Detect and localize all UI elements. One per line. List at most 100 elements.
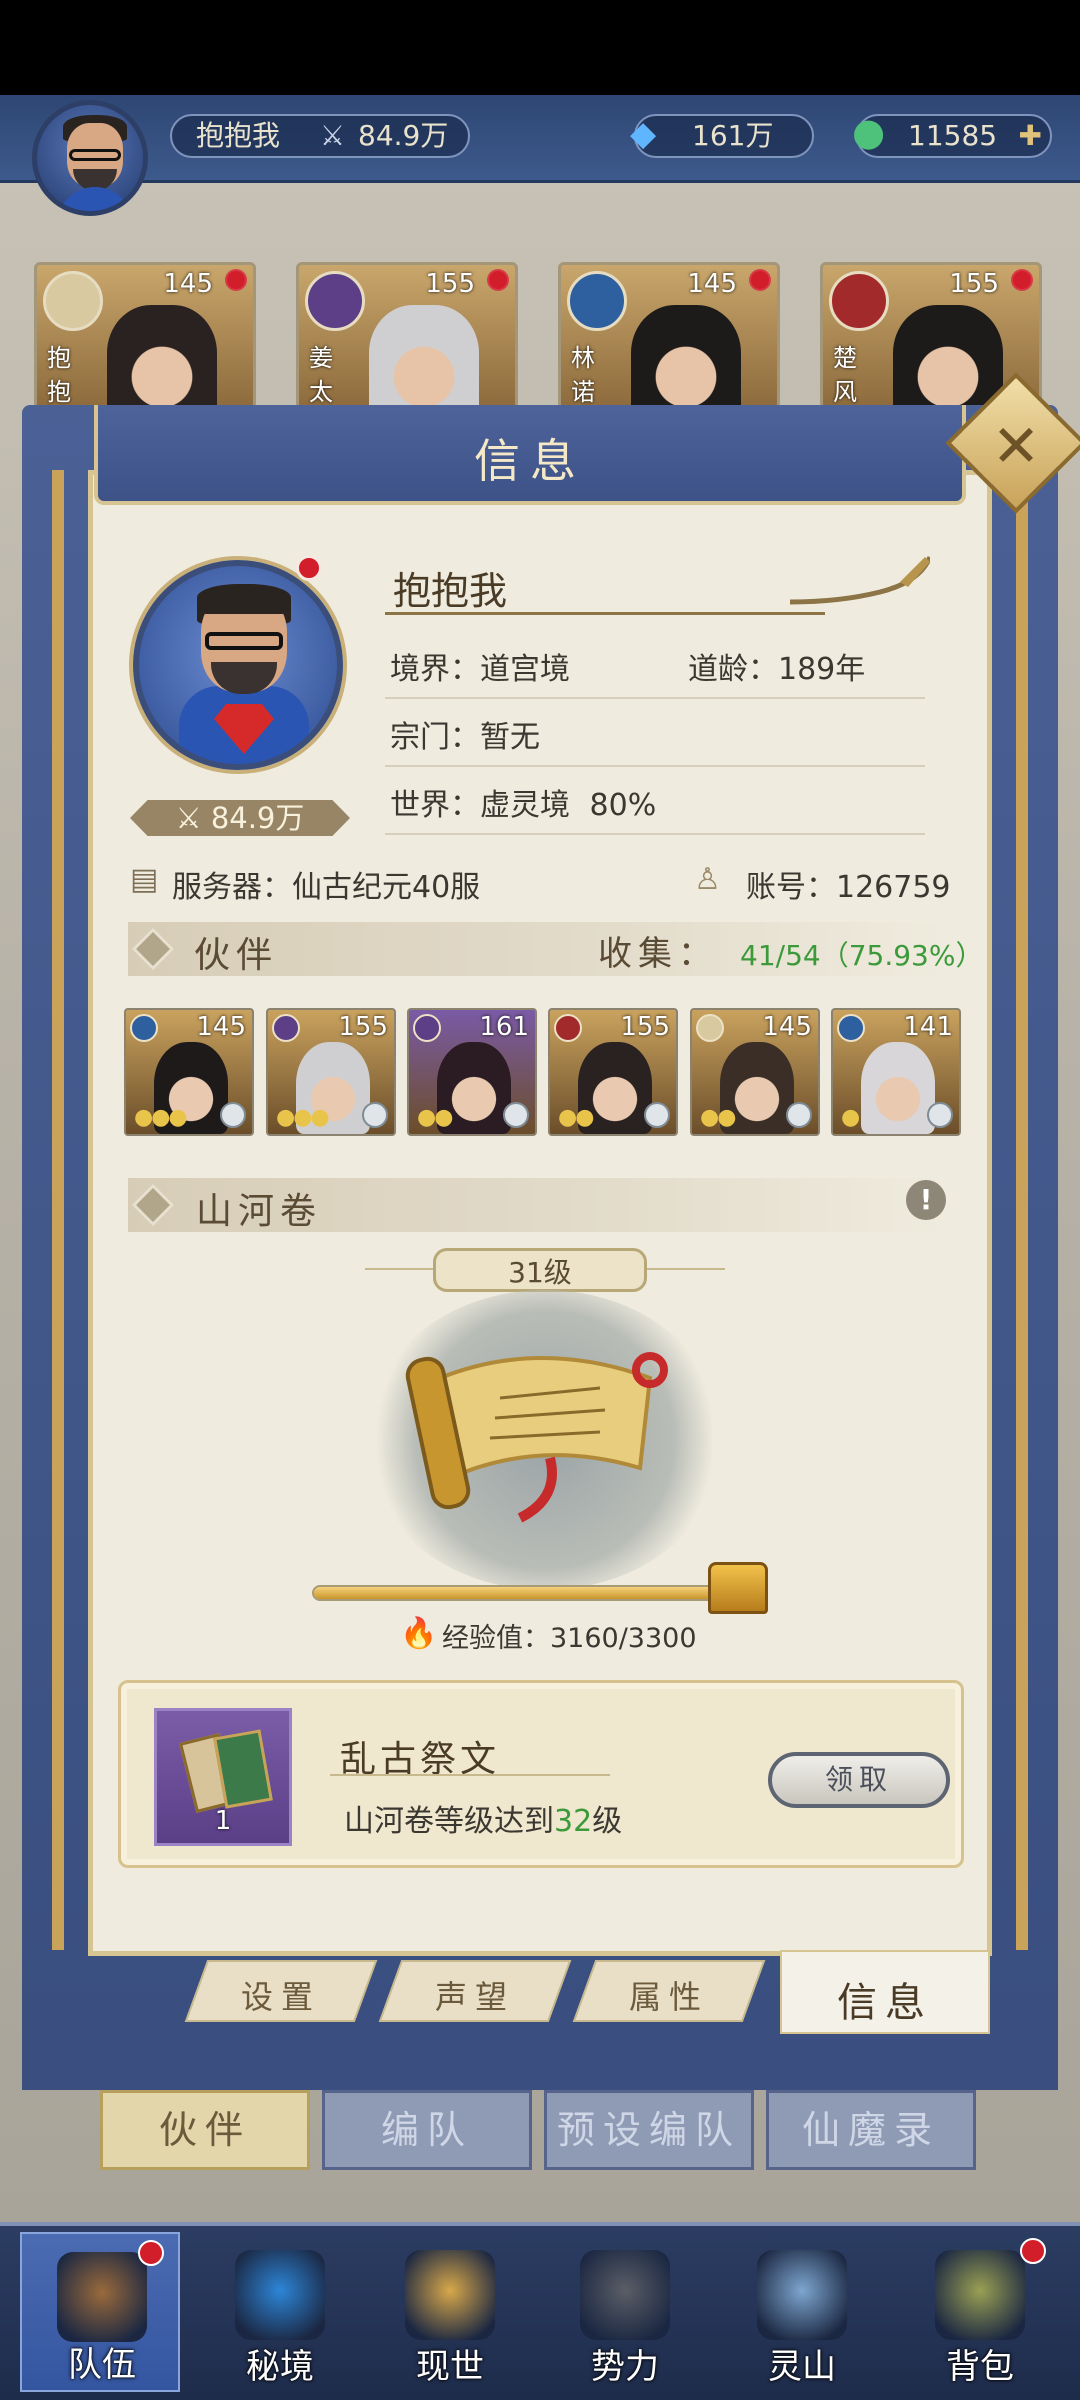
partner-card[interactable]: 161 ●● bbox=[407, 1008, 537, 1136]
coin-icon: ● bbox=[852, 110, 886, 154]
badge-icon bbox=[786, 1102, 812, 1128]
hero-card[interactable]: 抱抱 145 bbox=[34, 262, 256, 412]
avatar-notification-dot bbox=[296, 555, 322, 581]
sub-tab[interactable]: 预设编队 bbox=[544, 2090, 754, 2170]
server-label: 服务器：仙古纪元40服 bbox=[172, 870, 481, 905]
partner-portrait bbox=[861, 1042, 935, 1134]
collect-value: 41/54（75.93%） bbox=[740, 939, 984, 972]
scroll-icon[interactable] bbox=[400, 1318, 690, 1528]
coin-value: 11585 bbox=[908, 119, 998, 152]
notification-dot bbox=[138, 2240, 164, 2266]
hero-name: 姜太 bbox=[309, 344, 333, 406]
nav-label: 秘境 bbox=[246, 2347, 314, 2387]
world-name: 世界：虚灵境 bbox=[390, 788, 570, 823]
nav-icon bbox=[935, 2250, 1025, 2340]
player-name: 抱抱我 bbox=[196, 119, 281, 152]
hero-card[interactable]: 姜太 155 bbox=[296, 262, 518, 412]
notification-dot bbox=[1011, 269, 1033, 291]
sub-tab[interactable]: 编队 bbox=[322, 2090, 532, 2170]
panel-tab-label[interactable]: 设置 bbox=[196, 1972, 366, 2018]
power-icon: ⚔ bbox=[320, 119, 346, 152]
exp-label: 经验值：3160/3300 bbox=[442, 1623, 697, 1654]
nav-item[interactable]: 背包 bbox=[900, 2232, 1060, 2392]
reward-desc-level: 32 bbox=[554, 1804, 593, 1839]
left-rail bbox=[52, 470, 64, 1950]
nav-item[interactable]: 势力 bbox=[545, 2232, 705, 2392]
partner-card[interactable]: 145 ●● bbox=[690, 1008, 820, 1136]
notification-dot bbox=[225, 269, 247, 291]
account-label: 账号：126759 bbox=[746, 870, 951, 905]
nav-icon bbox=[235, 2250, 325, 2340]
panel-tab-label[interactable]: 声望 bbox=[390, 1972, 560, 2018]
panel-tab-label[interactable]: 信息 bbox=[800, 1970, 970, 2028]
nav-label: 队伍 bbox=[68, 2345, 136, 2385]
hero-name: 楚风 bbox=[833, 344, 857, 406]
profile-power-tag: ⚔ 84.9万 bbox=[130, 800, 350, 836]
sub-tab[interactable]: 伙伴 bbox=[100, 2090, 310, 2170]
notification-dot bbox=[1020, 2238, 1046, 2264]
partner-card[interactable]: 155 ●●● bbox=[266, 1008, 396, 1136]
nav-item[interactable]: 灵山 bbox=[722, 2232, 882, 2392]
hero-name: 抱抱 bbox=[47, 344, 71, 406]
partner-card[interactable]: 155 ●● bbox=[548, 1008, 678, 1136]
power-icon: ⚔ bbox=[175, 801, 211, 835]
hero-level: 145 bbox=[163, 269, 213, 299]
badge-icon bbox=[220, 1102, 246, 1128]
hero-level: 145 bbox=[687, 269, 737, 299]
divider bbox=[330, 1774, 610, 1776]
partner-level: 141 bbox=[903, 1012, 953, 1042]
partner-card[interactable]: 141 ● bbox=[831, 1008, 961, 1136]
profile-power: 84.9万 bbox=[210, 801, 305, 835]
divider bbox=[385, 697, 925, 699]
element-icon bbox=[43, 271, 103, 331]
nav-item[interactable]: 秘境 bbox=[200, 2232, 360, 2392]
player-avatar[interactable] bbox=[32, 100, 148, 216]
exp-bar bbox=[312, 1585, 730, 1601]
world-percent: 80% bbox=[589, 788, 657, 823]
info-icon[interactable]: ! bbox=[906, 1180, 946, 1220]
badge-icon bbox=[644, 1102, 670, 1128]
star-dots: ●●● bbox=[134, 1105, 188, 1130]
hero-portrait bbox=[369, 305, 479, 409]
treasure-chest-icon[interactable] bbox=[708, 1562, 768, 1614]
star-dots: ● bbox=[841, 1105, 860, 1130]
claim-button[interactable]: 领取 bbox=[768, 1752, 950, 1808]
element-icon bbox=[305, 271, 365, 331]
realm-label: 境界：道宫境 bbox=[390, 652, 570, 687]
star-dots: ●● bbox=[700, 1105, 736, 1130]
hero-portrait bbox=[107, 305, 217, 409]
reward-desc-suffix: 级 bbox=[592, 1804, 623, 1839]
jade-value: 161万 bbox=[692, 119, 774, 152]
profile-avatar[interactable] bbox=[133, 560, 343, 770]
panel-tab-label[interactable]: 属性 bbox=[584, 1972, 754, 2018]
exp-icon: 🔥 bbox=[400, 1616, 438, 1651]
hero-level: 155 bbox=[949, 269, 999, 299]
hero-card[interactable]: 林诺 145 bbox=[558, 262, 780, 412]
name-underline bbox=[385, 612, 825, 615]
hero-name: 林诺 bbox=[571, 344, 595, 406]
notification-dot bbox=[487, 269, 509, 291]
element-icon bbox=[829, 271, 889, 331]
nav-item[interactable]: 现世 bbox=[370, 2232, 530, 2392]
element-icon bbox=[413, 1014, 441, 1042]
add-coin-icon[interactable]: ✚ bbox=[1019, 116, 1042, 156]
sub-tab[interactable]: 仙魔录 bbox=[766, 2090, 976, 2170]
server-icon: ▤ bbox=[130, 862, 159, 897]
jade-pill[interactable]: ◆ 161万 bbox=[630, 114, 814, 158]
world-label: 世界：虚灵境 80% bbox=[390, 780, 656, 824]
badge-icon bbox=[503, 1102, 529, 1128]
star-dots: ●● bbox=[558, 1105, 594, 1130]
element-icon bbox=[272, 1014, 300, 1042]
reward-desc: 山河卷等级达到32级 bbox=[344, 1796, 622, 1840]
edit-name-brush-icon[interactable] bbox=[790, 552, 930, 612]
nav-item[interactable]: 队伍 bbox=[20, 2232, 180, 2392]
partners-title: 伙伴 bbox=[194, 935, 279, 976]
partner-card[interactable]: 145 ●●● bbox=[124, 1008, 254, 1136]
right-rail bbox=[1016, 470, 1028, 1950]
divider bbox=[385, 765, 925, 767]
close-icon[interactable]: ✕ bbox=[966, 396, 1066, 496]
coin-pill[interactable]: ● 11585 ✚ bbox=[852, 112, 1052, 158]
partner-level: 155 bbox=[620, 1012, 670, 1042]
nav-icon bbox=[57, 2252, 147, 2342]
star-dots: ●● bbox=[417, 1105, 453, 1130]
